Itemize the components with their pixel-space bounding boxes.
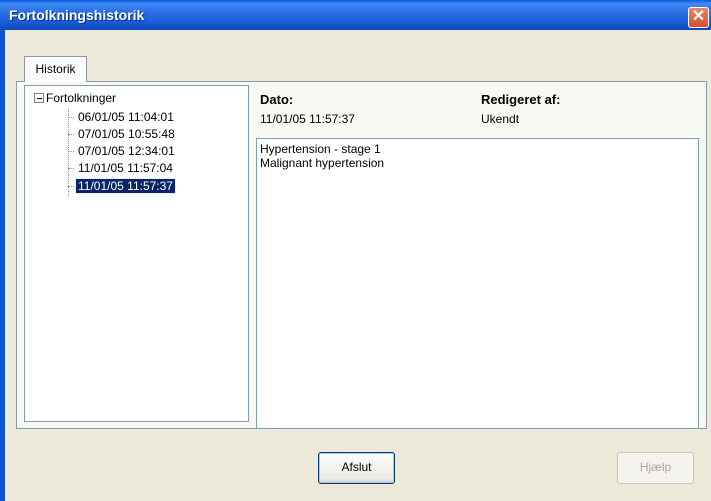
tab-historik[interactable]: Historik (24, 56, 87, 82)
interpretation-line: Hypertension - stage 1 (260, 142, 381, 156)
window-title: Fortolkningshistorik (9, 7, 145, 23)
dialog-window: Fortolkningshistorik ✕ Historik Fortolkn… (0, 0, 711, 501)
help-button[interactable]: Hjælp (617, 452, 694, 484)
edited-by-value: Ukendt (481, 112, 520, 126)
collapse-icon[interactable] (34, 92, 44, 103)
tree-item-label: 07/01/05 10:55:48 (78, 127, 175, 141)
close-icon[interactable]: ✕ (688, 7, 709, 28)
date-value: 11/01/05 11:57:37 (260, 112, 355, 126)
close-button[interactable]: Afslut (318, 452, 395, 484)
tree-root[interactable]: Fortolkninger (34, 90, 116, 106)
interpretation-line: Malignant hypertension (260, 156, 385, 170)
title-bar[interactable]: Fortolkningshistorik ✕ (0, 0, 711, 30)
tree-item-selected[interactable]: 11/01/05 11:57:37 (68, 178, 176, 194)
window-frame-left (0, 30, 5, 501)
edited-by-label: Redigeret af: (481, 92, 561, 107)
tree-item[interactable]: 07/01/05 10:55:48 (68, 126, 177, 142)
tree-item[interactable]: 11/01/05 11:57:04 (68, 160, 175, 176)
history-tree[interactable]: Fortolkninger 06/01/05 11:04:01 07/01/05… (24, 85, 249, 422)
tree-item-label: 07/01/05 12:34:01 (78, 144, 175, 158)
tree-item-label: 06/01/05 11:04:01 (78, 110, 174, 124)
tree-item[interactable]: 07/01/05 12:34:01 (68, 143, 177, 159)
date-label: Dato: (260, 92, 294, 107)
tree-item-label: 11/01/05 11:57:04 (78, 161, 173, 175)
tree-item-label: 11/01/05 11:57:37 (75, 178, 176, 194)
interpretation-text[interactable]: Hypertension - stage 1 Malignant hyperte… (256, 138, 699, 429)
tree-root-label: Fortolkninger (46, 91, 117, 105)
tree-item[interactable]: 06/01/05 11:04:01 (68, 109, 176, 125)
